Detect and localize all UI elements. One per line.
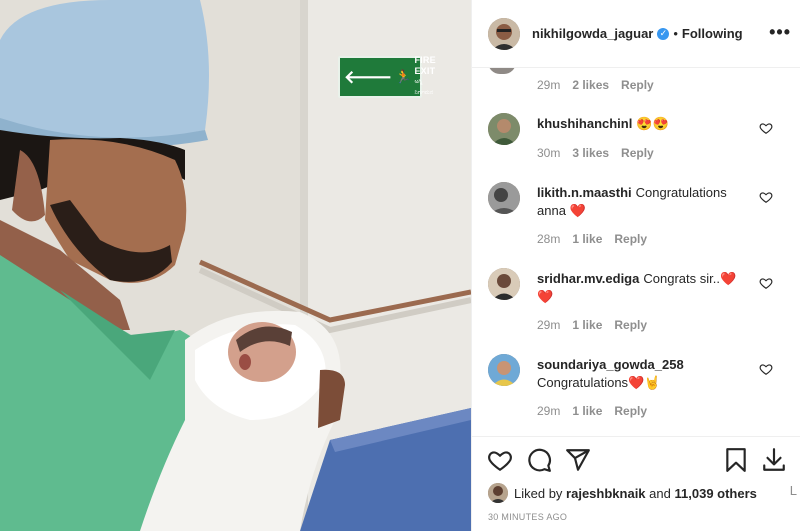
liked-by-joiner: and (649, 485, 671, 501)
separator-dot: • (673, 26, 678, 41)
post-header: nikhilgowda_jaguar ✓ • Following ••• (472, 0, 800, 68)
liked-by-prefix: Liked by (514, 485, 563, 501)
comment-icon[interactable] (526, 447, 552, 473)
more-options-icon[interactable]: ••• (769, 22, 791, 43)
comment-username[interactable]: khushihanchinl (537, 116, 632, 131)
comment-body: sridhar.mv.ediga Congrats sir..❤️ ❤️ (537, 270, 747, 306)
comment-time: 29m (537, 404, 561, 418)
comment-meta: 29m 2 likes Reply (537, 78, 666, 92)
verified-badge-icon: ✓ (657, 27, 670, 40)
post-side-panel: nikhilgowda_jaguar ✓ • Following ••• 29m… (471, 0, 800, 531)
liker-avatar[interactable] (488, 483, 508, 503)
commenter-avatar[interactable] (488, 113, 520, 145)
comment-meta: 30m 3 likes Reply (537, 146, 666, 160)
comment-body: likith.n.maasthi Congratulations anna ❤️ (537, 184, 747, 220)
comment-meta: 29m 1 like Reply (537, 318, 659, 332)
post-photo: 🡐 🏃 FIRE EXIT ಅಗ್ನಿ ನಿರ್ಗಮನ (0, 0, 471, 531)
running-person-icon: 🏃 (395, 69, 412, 84)
comment-meta: 28m 1 like Reply (537, 232, 659, 246)
liker-username[interactable]: rajeshbknaik (566, 486, 646, 501)
comment-text: 😍😍 (636, 116, 669, 131)
comment-username[interactable]: sridhar.mv.ediga (537, 271, 639, 286)
post-timestamp[interactable]: 30 MINUTES AGO (488, 512, 567, 522)
comment-time: 28m (537, 232, 561, 246)
liked-by: Liked by rajeshbknaik and 11,039 others (488, 483, 757, 503)
post-actions-bar: Liked by rajeshbknaik and 11,039 others … (472, 436, 800, 531)
reply-button[interactable]: Reply (614, 404, 647, 418)
sign-text: FIRE EXIT (414, 55, 436, 76)
heart-icon[interactable] (487, 447, 513, 473)
comment-meta: 29m 1 like Reply (537, 404, 659, 418)
reply-button[interactable]: Reply (621, 146, 654, 160)
sign-subtext: ಅಗ್ನಿ ನಿರ್ಗಮನ (414, 79, 434, 96)
comment-text: Congratulations❤️🤘 (537, 375, 661, 390)
share-icon[interactable] (565, 447, 591, 473)
commenter-avatar[interactable] (488, 182, 520, 214)
heart-icon[interactable] (759, 190, 773, 204)
heart-icon[interactable] (759, 121, 773, 135)
following-button[interactable]: Following (682, 26, 743, 41)
comment-avatar-partial (488, 68, 516, 74)
arrow-left-icon: 🡐 (344, 66, 393, 87)
commenter-avatar[interactable] (488, 354, 520, 386)
comment-username[interactable]: likith.n.maasthi (537, 185, 632, 200)
comment-likes[interactable]: 1 like (572, 232, 602, 246)
download-icon[interactable] (761, 447, 787, 473)
comment-likes[interactable]: 1 like (572, 318, 602, 332)
comments-list[interactable]: 29m 2 likes Reply khushihanchinl 😍😍 30m 3… (472, 68, 800, 436)
fire-exit-sign: 🡐 🏃 FIRE EXIT ಅಗ್ನಿ ನಿರ್ಗಮನ (338, 55, 436, 98)
reply-button[interactable]: Reply (614, 232, 647, 246)
comment-likes[interactable]: 2 likes (572, 78, 609, 92)
bookmark-icon[interactable] (723, 447, 749, 473)
author-avatar[interactable] (488, 17, 520, 50)
comment-likes[interactable]: 1 like (572, 404, 602, 418)
comment-username[interactable]: soundariya_gowda_258 (537, 357, 684, 372)
reply-button[interactable]: Reply (614, 318, 647, 332)
heart-icon[interactable] (759, 276, 773, 290)
heart-icon[interactable] (759, 362, 773, 376)
comment-time: 30m (537, 146, 561, 160)
truncated-text: L (789, 483, 797, 498)
comment-time: 29m (537, 78, 561, 92)
likes-count[interactable]: 11,039 others (675, 486, 757, 501)
comment-time: 29m (537, 318, 561, 332)
comment-body: khushihanchinl 😍😍 (537, 115, 747, 133)
comment-likes[interactable]: 3 likes (572, 146, 609, 160)
comment-body: soundariya_gowda_258 Congratulations❤️🤘 (537, 356, 747, 392)
commenter-avatar[interactable] (488, 268, 520, 300)
author-username[interactable]: nikhilgowda_jaguar (532, 26, 653, 41)
reply-button[interactable]: Reply (621, 78, 654, 92)
